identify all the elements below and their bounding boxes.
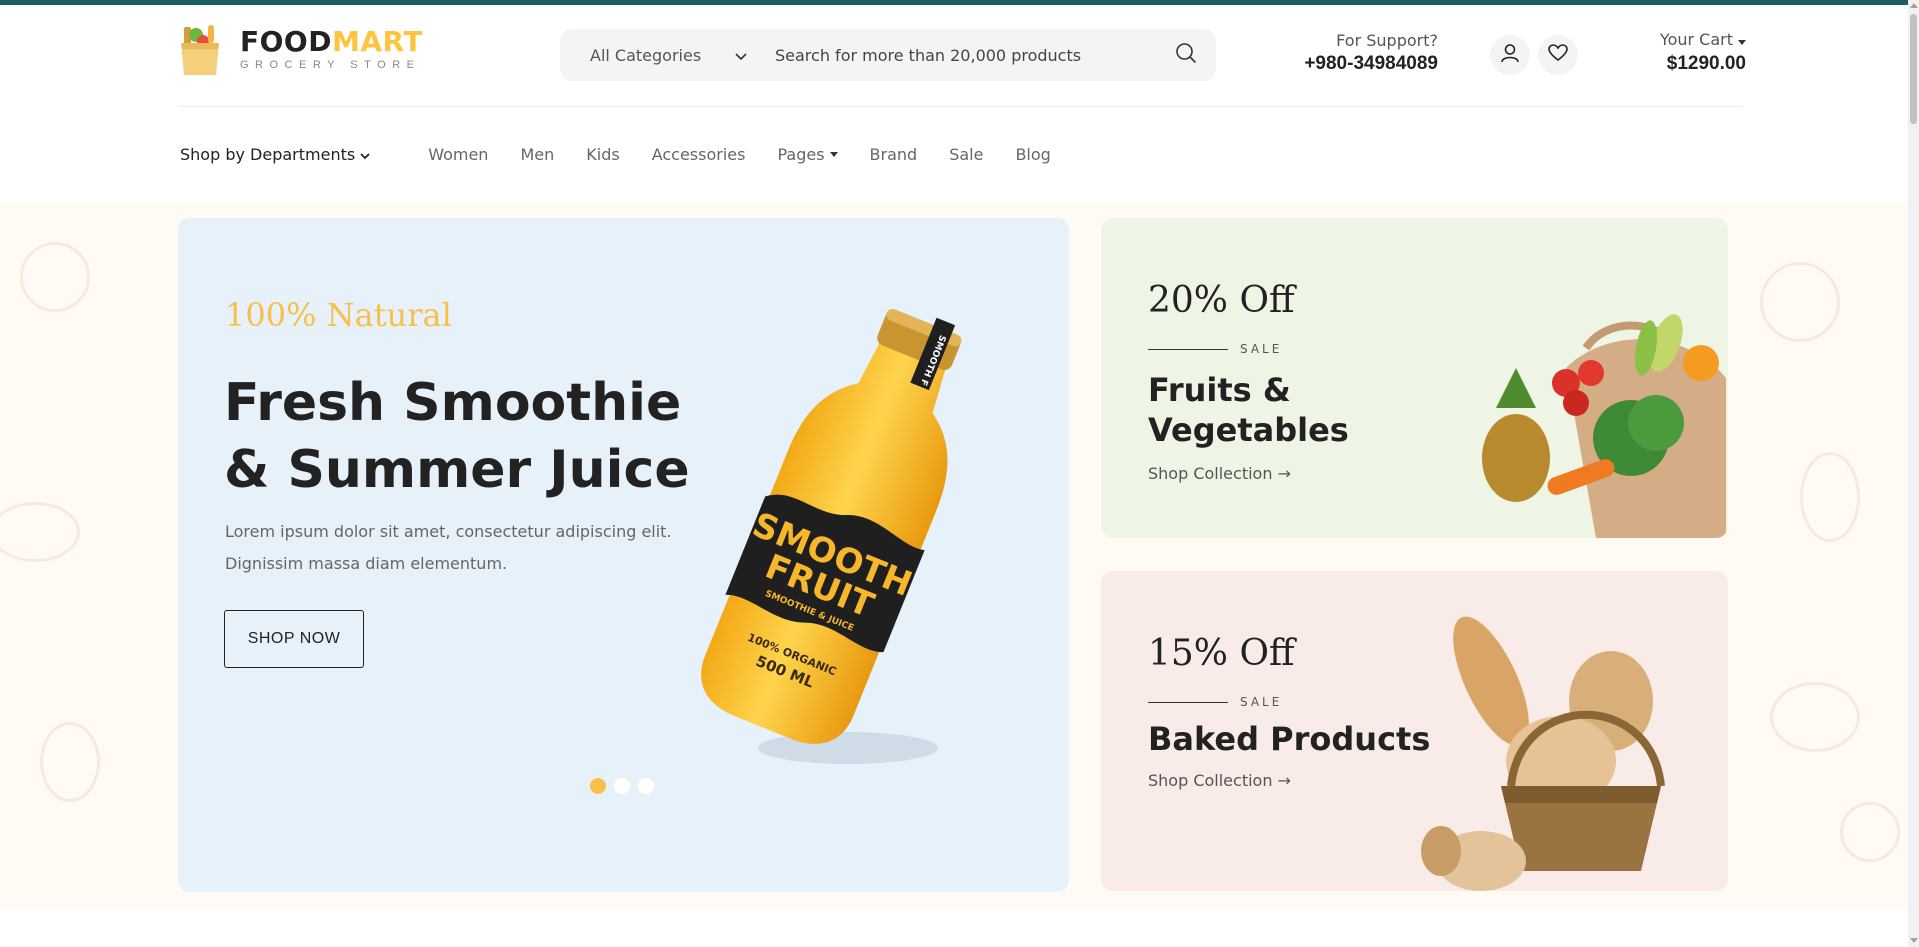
support-label: For Support? [1336, 31, 1438, 50]
background-doodle [40, 722, 100, 802]
search-button[interactable] [1156, 29, 1216, 81]
brand-tagline: GROCERY STORE [240, 59, 421, 71]
grocery-bag-icon [178, 21, 222, 77]
background-doodle [1800, 452, 1860, 542]
search-icon [1175, 42, 1197, 68]
heart-icon [1548, 44, 1568, 66]
caret-down-icon [829, 151, 838, 157]
nav-item-kids[interactable]: Kids [586, 145, 619, 164]
wishlist-button[interactable] [1538, 35, 1578, 75]
cart-total: $1290.00 [1666, 53, 1746, 74]
sale-divider [1148, 348, 1228, 350]
background-doodle [1770, 682, 1860, 752]
scroll-down-arrow[interactable] [1910, 938, 1918, 943]
scrollbar-thumb[interactable] [1910, 14, 1917, 124]
brand-name-part2: MART [331, 25, 423, 58]
caret-down-icon [1738, 40, 1746, 45]
hero-eyebrow: 100% Natural [225, 296, 452, 334]
promo-sale-tag: SALE [1148, 695, 1282, 709]
promo-discount: 20% Off [1148, 280, 1295, 321]
nav-item-sale[interactable]: Sale [949, 145, 983, 164]
scroll-up-arrow[interactable] [1910, 3, 1918, 8]
site-header: FOODMART GROCERY STORE All Categories Fo… [178, 19, 1746, 107]
smoothie-bottle-image: SMOOTH F SMOOTH FRUIT SMOOTHIE & JUICE 1… [673, 278, 1003, 782]
category-select-value: All Categories [590, 45, 702, 65]
nav-item-men[interactable]: Men [520, 145, 554, 164]
shop-collection-link[interactable]: Shop Collection → [1148, 771, 1291, 790]
nav-item-pages-label: Pages [777, 144, 825, 164]
background-doodle [1840, 802, 1900, 862]
account-button[interactable] [1490, 35, 1530, 75]
support-phone[interactable]: +980-34984089 [1278, 53, 1438, 75]
shop-collection-link[interactable]: Shop Collection → [1148, 464, 1291, 483]
slider-dot-3[interactable] [638, 778, 654, 794]
hero-description: Lorem ipsum dolor sit amet, consectetur … [225, 522, 672, 573]
brand-name-part1: FOOD [240, 25, 332, 58]
vegetable-bag-image [1456, 308, 1728, 538]
background-doodle [0, 502, 80, 562]
sale-divider [1148, 701, 1228, 703]
slider-dot-2[interactable] [614, 778, 630, 794]
promo-title: Fruits & Vegetables [1148, 371, 1349, 449]
shop-now-button[interactable]: SHOP NOW [224, 610, 364, 668]
search-input[interactable] [765, 45, 1156, 65]
bread-basket-image [1421, 611, 1721, 891]
nav-item-blog[interactable]: Blog [1015, 145, 1050, 164]
promo-title: Baked Products [1148, 720, 1431, 758]
nav-item-pages[interactable]: Pages [777, 144, 838, 164]
chevron-down-icon [360, 145, 370, 164]
sale-label: SALE [1240, 342, 1283, 356]
nav-item-women[interactable]: Women [428, 145, 488, 164]
logo[interactable]: FOODMART GROCERY STORE [178, 19, 423, 79]
user-icon [1500, 43, 1520, 67]
departments-label: Shop by Departments [180, 144, 356, 164]
search-bar: All Categories [560, 29, 1216, 81]
chevron-down-icon [735, 46, 747, 65]
background-doodle [1760, 262, 1840, 342]
promo-sale-tag: SALE [1148, 342, 1282, 356]
promo-fruits-vegetables: 20% Off SALE Fruits & Vegetables Shop Co… [1101, 218, 1728, 538]
background-doodle [20, 242, 90, 312]
cart-summary[interactable]: Your Cart $1290.00 [1638, 30, 1746, 75]
category-select[interactable]: All Categories [560, 46, 765, 65]
cart-label: Your Cart [1638, 30, 1746, 49]
page-scrollbar[interactable] [1908, 0, 1919, 947]
brand-name: FOODMART [240, 27, 423, 57]
shop-by-departments-menu[interactable]: Shop by Departments [180, 145, 370, 164]
slider-dot-1[interactable] [590, 778, 606, 794]
main-nav: Shop by Departments Women Men Kids Acces… [180, 140, 1083, 168]
promo-baked-products: 15% Off SALE Baked Products Shop Collect… [1101, 571, 1728, 891]
hero-headline: Fresh Smoothie & Summer Juice [224, 373, 690, 500]
hero-slide: 100% Natural Fresh Smoothie & Summer Jui… [178, 218, 1069, 892]
support-contact: For Support? +980-34984089 [1278, 31, 1438, 75]
top-accent-strip [0, 0, 1919, 5]
nav-item-brand[interactable]: Brand [870, 145, 918, 164]
slider-pagination [590, 778, 654, 794]
nav-item-accessories[interactable]: Accessories [652, 145, 746, 164]
promo-discount: 15% Off [1148, 633, 1295, 674]
sale-label: SALE [1240, 695, 1283, 709]
